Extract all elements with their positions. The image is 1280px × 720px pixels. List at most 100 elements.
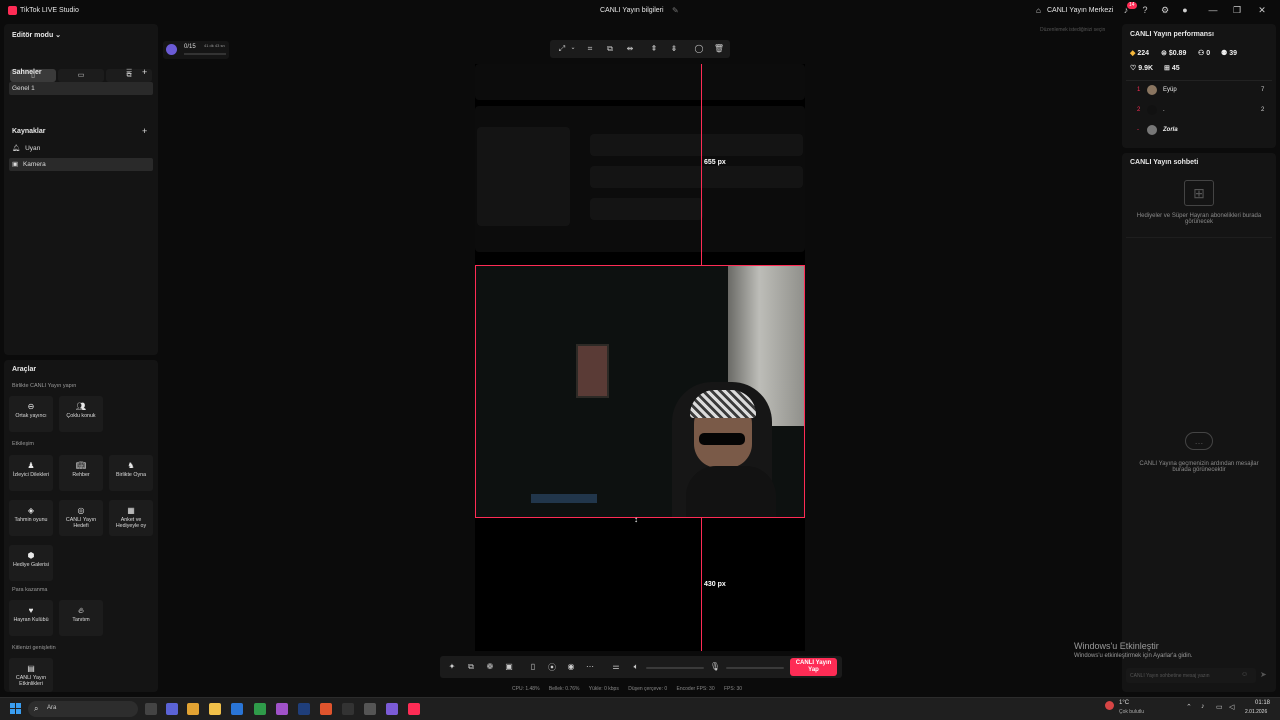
tool-fan-club[interactable]: ♥ Hayran Kulübü [9,600,53,636]
screen-icon[interactable]: ▣ [503,662,515,671]
top-guide-line [701,64,702,265]
tool-play-together[interactable]: ♞ Birlikte Oyna [109,455,153,491]
mic-icon[interactable]: ♪ [1201,703,1205,710]
add-scene-icon[interactable]: + [142,67,147,77]
move-up-icon[interactable]: ⇞ [648,44,660,53]
chrome-icon[interactable] [254,703,266,715]
network-icon[interactable]: ▭ [1216,703,1223,711]
leader-score: 2 [1261,107,1265,113]
avatar[interactable] [1147,105,1157,115]
tool-viewer-wishes[interactable]: ♟ İzleyici Dilekleri [9,455,53,491]
scene-item[interactable]: Genel 1 [9,82,153,95]
emoji-icon[interactable]: ☺ [1241,671,1248,678]
close-button[interactable]: ✕ [1255,5,1269,16]
ghost-line [590,134,803,156]
magic-icon[interactable]: ✦ [446,662,458,671]
chevron-down-icon[interactable]: ⌄ [567,44,579,51]
chevron-up-icon[interactable]: ⌃ [1186,703,1192,711]
app-icon[interactable] [276,703,288,715]
effects-icon[interactable]: ❁ [484,662,496,671]
clock-time[interactable]: 01:18 [1255,700,1270,706]
obs-icon[interactable] [364,703,376,715]
taskbar-search[interactable]: ⌕ Ara [28,701,138,717]
avatar[interactable] [1147,85,1157,95]
record-icon[interactable]: ⦿ [546,662,558,673]
mic-volume-slider[interactable] [726,667,784,669]
tool-prediction-game[interactable]: ◈ Tahmin oyunu [9,500,53,536]
more-icon[interactable]: ⋯ [584,662,596,671]
avatar[interactable]: ● [1179,5,1191,15]
speaker-volume-slider[interactable] [646,667,704,669]
stream-goal-widget[interactable]: 0/15 41 dk 43 sn [163,41,229,59]
home-icon: ⌂ [1036,6,1041,15]
tool-guide[interactable]: 📖︎ Rehber [59,455,103,491]
leader-rank: 2 [1137,107,1141,113]
brave-icon[interactable] [320,703,332,715]
tiktok-live-studio-icon[interactable] [408,703,420,715]
chat-note: CANLI Yayına geçmenizin ardından mesajla… [1139,461,1259,473]
tool-multi-guest[interactable]: 👥︎ Çoklu konuk [59,396,103,432]
restore-button[interactable]: ❐ [1230,5,1244,16]
trash-icon[interactable]: 🗑︎ [713,44,725,53]
reset-icon[interactable]: ◯ [693,44,705,53]
poll-icon: ▦ [127,506,135,515]
chat-title: CANLI Yayın sohbeti [1130,159,1199,166]
minimize-button[interactable]: — [1206,5,1220,15]
store-icon[interactable] [231,703,243,715]
source-item-alert[interactable]: 🔔︎ Uyarı [9,142,153,155]
crop-icon[interactable]: ⌗ [584,44,596,54]
phone-icon[interactable]: ▯ [527,662,539,671]
list-icon[interactable]: ☰ [126,68,132,76]
gear-icon[interactable]: ⚙ [1159,5,1171,16]
send-icon[interactable]: ➤ [1260,670,1267,679]
replay-icon[interactable]: ◉ [565,662,577,671]
landscape-mode-button[interactable]: ▭ [58,69,104,82]
canvas-toolbar: ⤢ ⌄ ⌗ ⧉ ⇹ ⇞ ⇟ ◯ 🗑︎ [550,40,730,58]
leader-name[interactable]: Zorla [1163,127,1178,133]
clock-date[interactable]: 2.01.2026 [1245,709,1267,715]
live-center-button[interactable]: CANLI Yayın Merkezi [1047,7,1113,14]
chat-input[interactable]: CANLI Yayın sohbetine mesaj yazın [1126,668,1256,683]
tool-promote[interactable]: 🔥︎ Tanıtım [59,600,103,636]
diamond-icon: ◆ [1130,50,1136,57]
ghost-thumb [477,127,570,226]
camera-icon: ▣ [12,161,19,168]
mic-icon[interactable]: 🎙︎ [709,662,721,671]
tool-gift-gallery[interactable]: ⬢ Hediye Galerisi [9,545,53,581]
tool-co-host[interactable]: ⊖ Ortak yayıncı [9,396,53,432]
chrome-icon[interactable] [187,703,199,715]
go-live-button[interactable]: CANLI Yayın Yap [790,658,837,676]
avatar[interactable] [1147,125,1157,135]
live-info-button[interactable]: CANLI Yayın bilgileri [600,7,664,14]
move-down-icon[interactable]: ⇟ [668,44,680,53]
add-source-icon[interactable]: + [142,126,147,136]
app-title: TikTok LIVE Studio [20,7,79,14]
pencil-icon[interactable]: ✎ [672,6,679,15]
volume-icon[interactable]: ◁ [1229,703,1234,711]
tool-poll-gift-vote[interactable]: ▦ Anket ve Hediyeyle oy [109,500,153,536]
flip-icon[interactable]: ⇹ [624,44,636,53]
capcut-icon[interactable] [342,703,354,715]
tool-live-goal[interactable]: ◎ CANLI Yayın Hedefi [59,500,103,536]
leader-name[interactable]: . [1163,107,1165,113]
camera-source[interactable] [475,265,805,518]
source-item-camera[interactable]: ▣ Kamera [9,158,153,171]
metric-diamonds: ◆ 224 [1130,50,1150,57]
editor-mode-dropdown[interactable]: Editör modu ⌄ [12,31,61,39]
tool-live-events[interactable]: ▤ CANLI Yayın Etkinlikleri [9,658,53,692]
metric-viewers: ⚇ 0 [1198,50,1211,57]
top-distance-label: 655 px [704,159,726,166]
task-view-icon[interactable] [145,703,157,715]
layers-icon[interactable]: ⧉ [465,662,477,672]
app-icon[interactable] [386,703,398,715]
stat-dropped-frames: Düşen çerçeve: 0 [628,686,668,692]
duplicate-icon[interactable]: ⧉ [604,44,616,54]
photoshop-icon[interactable] [298,703,310,715]
leader-name[interactable]: Eyüp [1163,87,1177,93]
folder-icon[interactable] [209,703,221,715]
help-icon[interactable]: ? [1139,5,1151,15]
settings-sliders-icon[interactable]: ⚌ [610,662,622,671]
windows-start-icon[interactable] [10,703,21,714]
teams-icon[interactable] [166,703,178,715]
speaker-icon[interactable]: 🔈︎ [630,662,642,672]
